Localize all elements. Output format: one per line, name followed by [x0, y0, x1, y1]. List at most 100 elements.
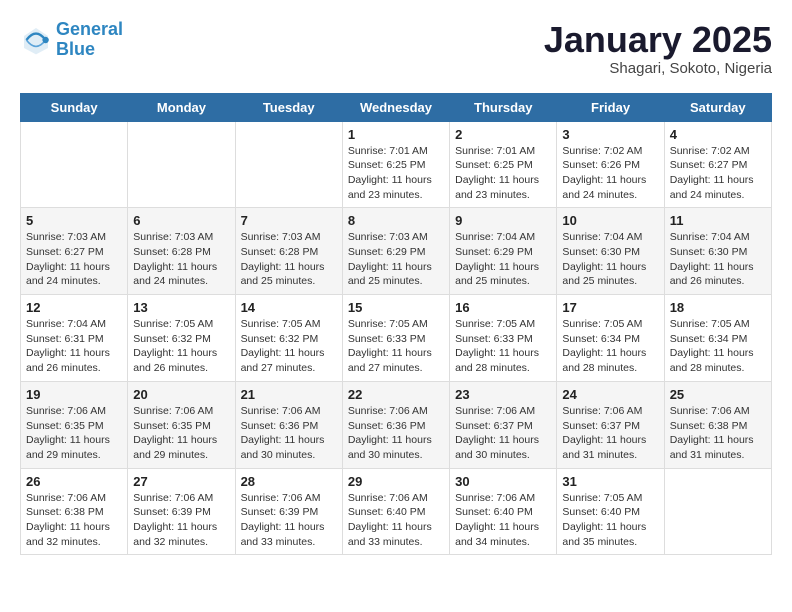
day-info: Sunrise: 7:05 AM Sunset: 6:32 PM Dayligh…	[241, 317, 337, 376]
day-number: 31	[562, 474, 658, 489]
logo-text: General Blue	[56, 20, 123, 60]
day-number: 12	[26, 300, 122, 315]
calendar-cell	[235, 121, 342, 208]
calendar-cell: 13 Sunrise: 7:05 AM Sunset: 6:32 PM Dayli…	[128, 295, 235, 382]
day-info: Sunrise: 7:06 AM Sunset: 6:37 PM Dayligh…	[455, 404, 551, 463]
day-info: Sunrise: 7:06 AM Sunset: 6:39 PM Dayligh…	[133, 491, 229, 550]
day-number: 21	[241, 387, 337, 402]
calendar-cell	[664, 468, 771, 555]
calendar-cell: 24 Sunrise: 7:06 AM Sunset: 6:37 PM Dayli…	[557, 381, 664, 468]
day-number: 23	[455, 387, 551, 402]
day-number: 28	[241, 474, 337, 489]
day-info: Sunrise: 7:03 AM Sunset: 6:29 PM Dayligh…	[348, 230, 444, 289]
calendar-cell: 28Sunrise: 7:06 AM Sunset: 6:39 PM Dayli…	[235, 468, 342, 555]
calendar-cell: 30 Sunrise: 7:06 AM Sunset: 6:40 PM Dayli…	[450, 468, 557, 555]
calendar-cell: 26 Sunrise: 7:06 AM Sunset: 6:38 PM Dayli…	[21, 468, 128, 555]
day-number: 6	[133, 213, 229, 228]
day-number: 14	[241, 300, 337, 315]
weekday-header-row: SundayMondayTuesdayWednesdayThursdayFrid…	[21, 93, 772, 121]
calendar-header: SundayMondayTuesdayWednesdayThursdayFrid…	[21, 93, 772, 121]
calendar-cell: 3Sunrise: 7:02 AM Sunset: 6:26 PM Daylig…	[557, 121, 664, 208]
day-number: 5	[26, 213, 122, 228]
day-info: Sunrise: 7:05 AM Sunset: 6:34 PM Dayligh…	[670, 317, 766, 376]
day-number: 20	[133, 387, 229, 402]
logo: General Blue	[20, 20, 123, 60]
day-info: Sunrise: 7:04 AM Sunset: 6:30 PM Dayligh…	[562, 230, 658, 289]
day-number: 18	[670, 300, 766, 315]
calendar-body: 1Sunrise: 7:01 AM Sunset: 6:25 PM Daylig…	[21, 121, 772, 555]
day-number: 30	[455, 474, 551, 489]
day-number: 2	[455, 127, 551, 142]
calendar-cell: 9 Sunrise: 7:04 AM Sunset: 6:29 PM Daylig…	[450, 208, 557, 295]
weekday-header-sunday: Sunday	[21, 93, 128, 121]
day-info: Sunrise: 7:05 AM Sunset: 6:34 PM Dayligh…	[562, 317, 658, 376]
day-number: 25	[670, 387, 766, 402]
calendar-cell: 1Sunrise: 7:01 AM Sunset: 6:25 PM Daylig…	[342, 121, 449, 208]
day-info: Sunrise: 7:04 AM Sunset: 6:29 PM Dayligh…	[455, 230, 551, 289]
calendar-cell: 14 Sunrise: 7:05 AM Sunset: 6:32 PM Dayli…	[235, 295, 342, 382]
calendar-cell: 18 Sunrise: 7:05 AM Sunset: 6:34 PM Dayli…	[664, 295, 771, 382]
day-number: 15	[348, 300, 444, 315]
weekday-header-wednesday: Wednesday	[342, 93, 449, 121]
calendar-cell: 29 Sunrise: 7:06 AM Sunset: 6:40 PM Dayli…	[342, 468, 449, 555]
calendar-cell: 8 Sunrise: 7:03 AM Sunset: 6:29 PM Daylig…	[342, 208, 449, 295]
day-info: Sunrise: 7:05 AM Sunset: 6:32 PM Dayligh…	[133, 317, 229, 376]
page-header: General Blue January 2025 Shagari, Sokot…	[20, 20, 772, 77]
calendar-table: SundayMondayTuesdayWednesdayThursdayFrid…	[20, 93, 772, 556]
title-block: January 2025 Shagari, Sokoto, Nigeria	[544, 20, 772, 77]
calendar-cell: 20 Sunrise: 7:06 AM Sunset: 6:35 PM Dayli…	[128, 381, 235, 468]
calendar-cell: 16Sunrise: 7:05 AM Sunset: 6:33 PM Dayli…	[450, 295, 557, 382]
location-subtitle: Shagari, Sokoto, Nigeria	[544, 60, 772, 77]
day-number: 7	[241, 213, 337, 228]
day-number: 16	[455, 300, 551, 315]
calendar-cell: 25 Sunrise: 7:06 AM Sunset: 6:38 PM Dayli…	[664, 381, 771, 468]
calendar-cell: 17 Sunrise: 7:05 AM Sunset: 6:34 PM Dayli…	[557, 295, 664, 382]
calendar-week-5: 26 Sunrise: 7:06 AM Sunset: 6:38 PM Dayli…	[21, 468, 772, 555]
day-info: Sunrise: 7:05 AM Sunset: 6:33 PM Dayligh…	[348, 317, 444, 376]
day-info: Sunrise: 7:01 AM Sunset: 6:25 PM Dayligh…	[348, 144, 444, 203]
day-info: Sunrise: 7:06 AM Sunset: 6:35 PM Dayligh…	[26, 404, 122, 463]
day-number: 8	[348, 213, 444, 228]
calendar-cell: 21 Sunrise: 7:06 AM Sunset: 6:36 PM Dayli…	[235, 381, 342, 468]
calendar-cell: 7 Sunrise: 7:03 AM Sunset: 6:28 PM Daylig…	[235, 208, 342, 295]
day-number: 11	[670, 213, 766, 228]
day-info: Sunrise: 7:06 AM Sunset: 6:36 PM Dayligh…	[241, 404, 337, 463]
day-info: Sunrise: 7:06 AM Sunset: 6:37 PM Dayligh…	[562, 404, 658, 463]
calendar-cell: 31Sunrise: 7:05 AM Sunset: 6:40 PM Dayli…	[557, 468, 664, 555]
calendar-week-4: 19 Sunrise: 7:06 AM Sunset: 6:35 PM Dayli…	[21, 381, 772, 468]
day-info: Sunrise: 7:06 AM Sunset: 6:40 PM Dayligh…	[455, 491, 551, 550]
calendar-cell: 4 Sunrise: 7:02 AM Sunset: 6:27 PM Daylig…	[664, 121, 771, 208]
calendar-cell: 27 Sunrise: 7:06 AM Sunset: 6:39 PM Dayli…	[128, 468, 235, 555]
day-number: 4	[670, 127, 766, 142]
day-number: 9	[455, 213, 551, 228]
day-info: Sunrise: 7:04 AM Sunset: 6:31 PM Dayligh…	[26, 317, 122, 376]
day-number: 29	[348, 474, 444, 489]
day-number: 17	[562, 300, 658, 315]
calendar-cell: 12 Sunrise: 7:04 AM Sunset: 6:31 PM Dayli…	[21, 295, 128, 382]
day-number: 13	[133, 300, 229, 315]
weekday-header-saturday: Saturday	[664, 93, 771, 121]
calendar-cell: 22Sunrise: 7:06 AM Sunset: 6:36 PM Dayli…	[342, 381, 449, 468]
day-info: Sunrise: 7:06 AM Sunset: 6:40 PM Dayligh…	[348, 491, 444, 550]
calendar-cell	[128, 121, 235, 208]
day-info: Sunrise: 7:06 AM Sunset: 6:38 PM Dayligh…	[26, 491, 122, 550]
calendar-cell: 23 Sunrise: 7:06 AM Sunset: 6:37 PM Dayli…	[450, 381, 557, 468]
day-number: 27	[133, 474, 229, 489]
calendar-cell: 15 Sunrise: 7:05 AM Sunset: 6:33 PM Dayli…	[342, 295, 449, 382]
day-info: Sunrise: 7:02 AM Sunset: 6:27 PM Dayligh…	[670, 144, 766, 203]
day-number: 24	[562, 387, 658, 402]
calendar-cell: 6Sunrise: 7:03 AM Sunset: 6:28 PM Daylig…	[128, 208, 235, 295]
month-title: January 2025	[544, 20, 772, 60]
day-number: 26	[26, 474, 122, 489]
calendar-cell: 5Sunrise: 7:03 AM Sunset: 6:27 PM Daylig…	[21, 208, 128, 295]
logo-icon	[20, 24, 52, 56]
calendar-cell: 2Sunrise: 7:01 AM Sunset: 6:25 PM Daylig…	[450, 121, 557, 208]
day-info: Sunrise: 7:03 AM Sunset: 6:28 PM Dayligh…	[241, 230, 337, 289]
day-number: 22	[348, 387, 444, 402]
day-info: Sunrise: 7:06 AM Sunset: 6:35 PM Dayligh…	[133, 404, 229, 463]
calendar-week-3: 12 Sunrise: 7:04 AM Sunset: 6:31 PM Dayli…	[21, 295, 772, 382]
day-info: Sunrise: 7:06 AM Sunset: 6:38 PM Dayligh…	[670, 404, 766, 463]
day-number: 19	[26, 387, 122, 402]
weekday-header-thursday: Thursday	[450, 93, 557, 121]
calendar-cell: 11Sunrise: 7:04 AM Sunset: 6:30 PM Dayli…	[664, 208, 771, 295]
